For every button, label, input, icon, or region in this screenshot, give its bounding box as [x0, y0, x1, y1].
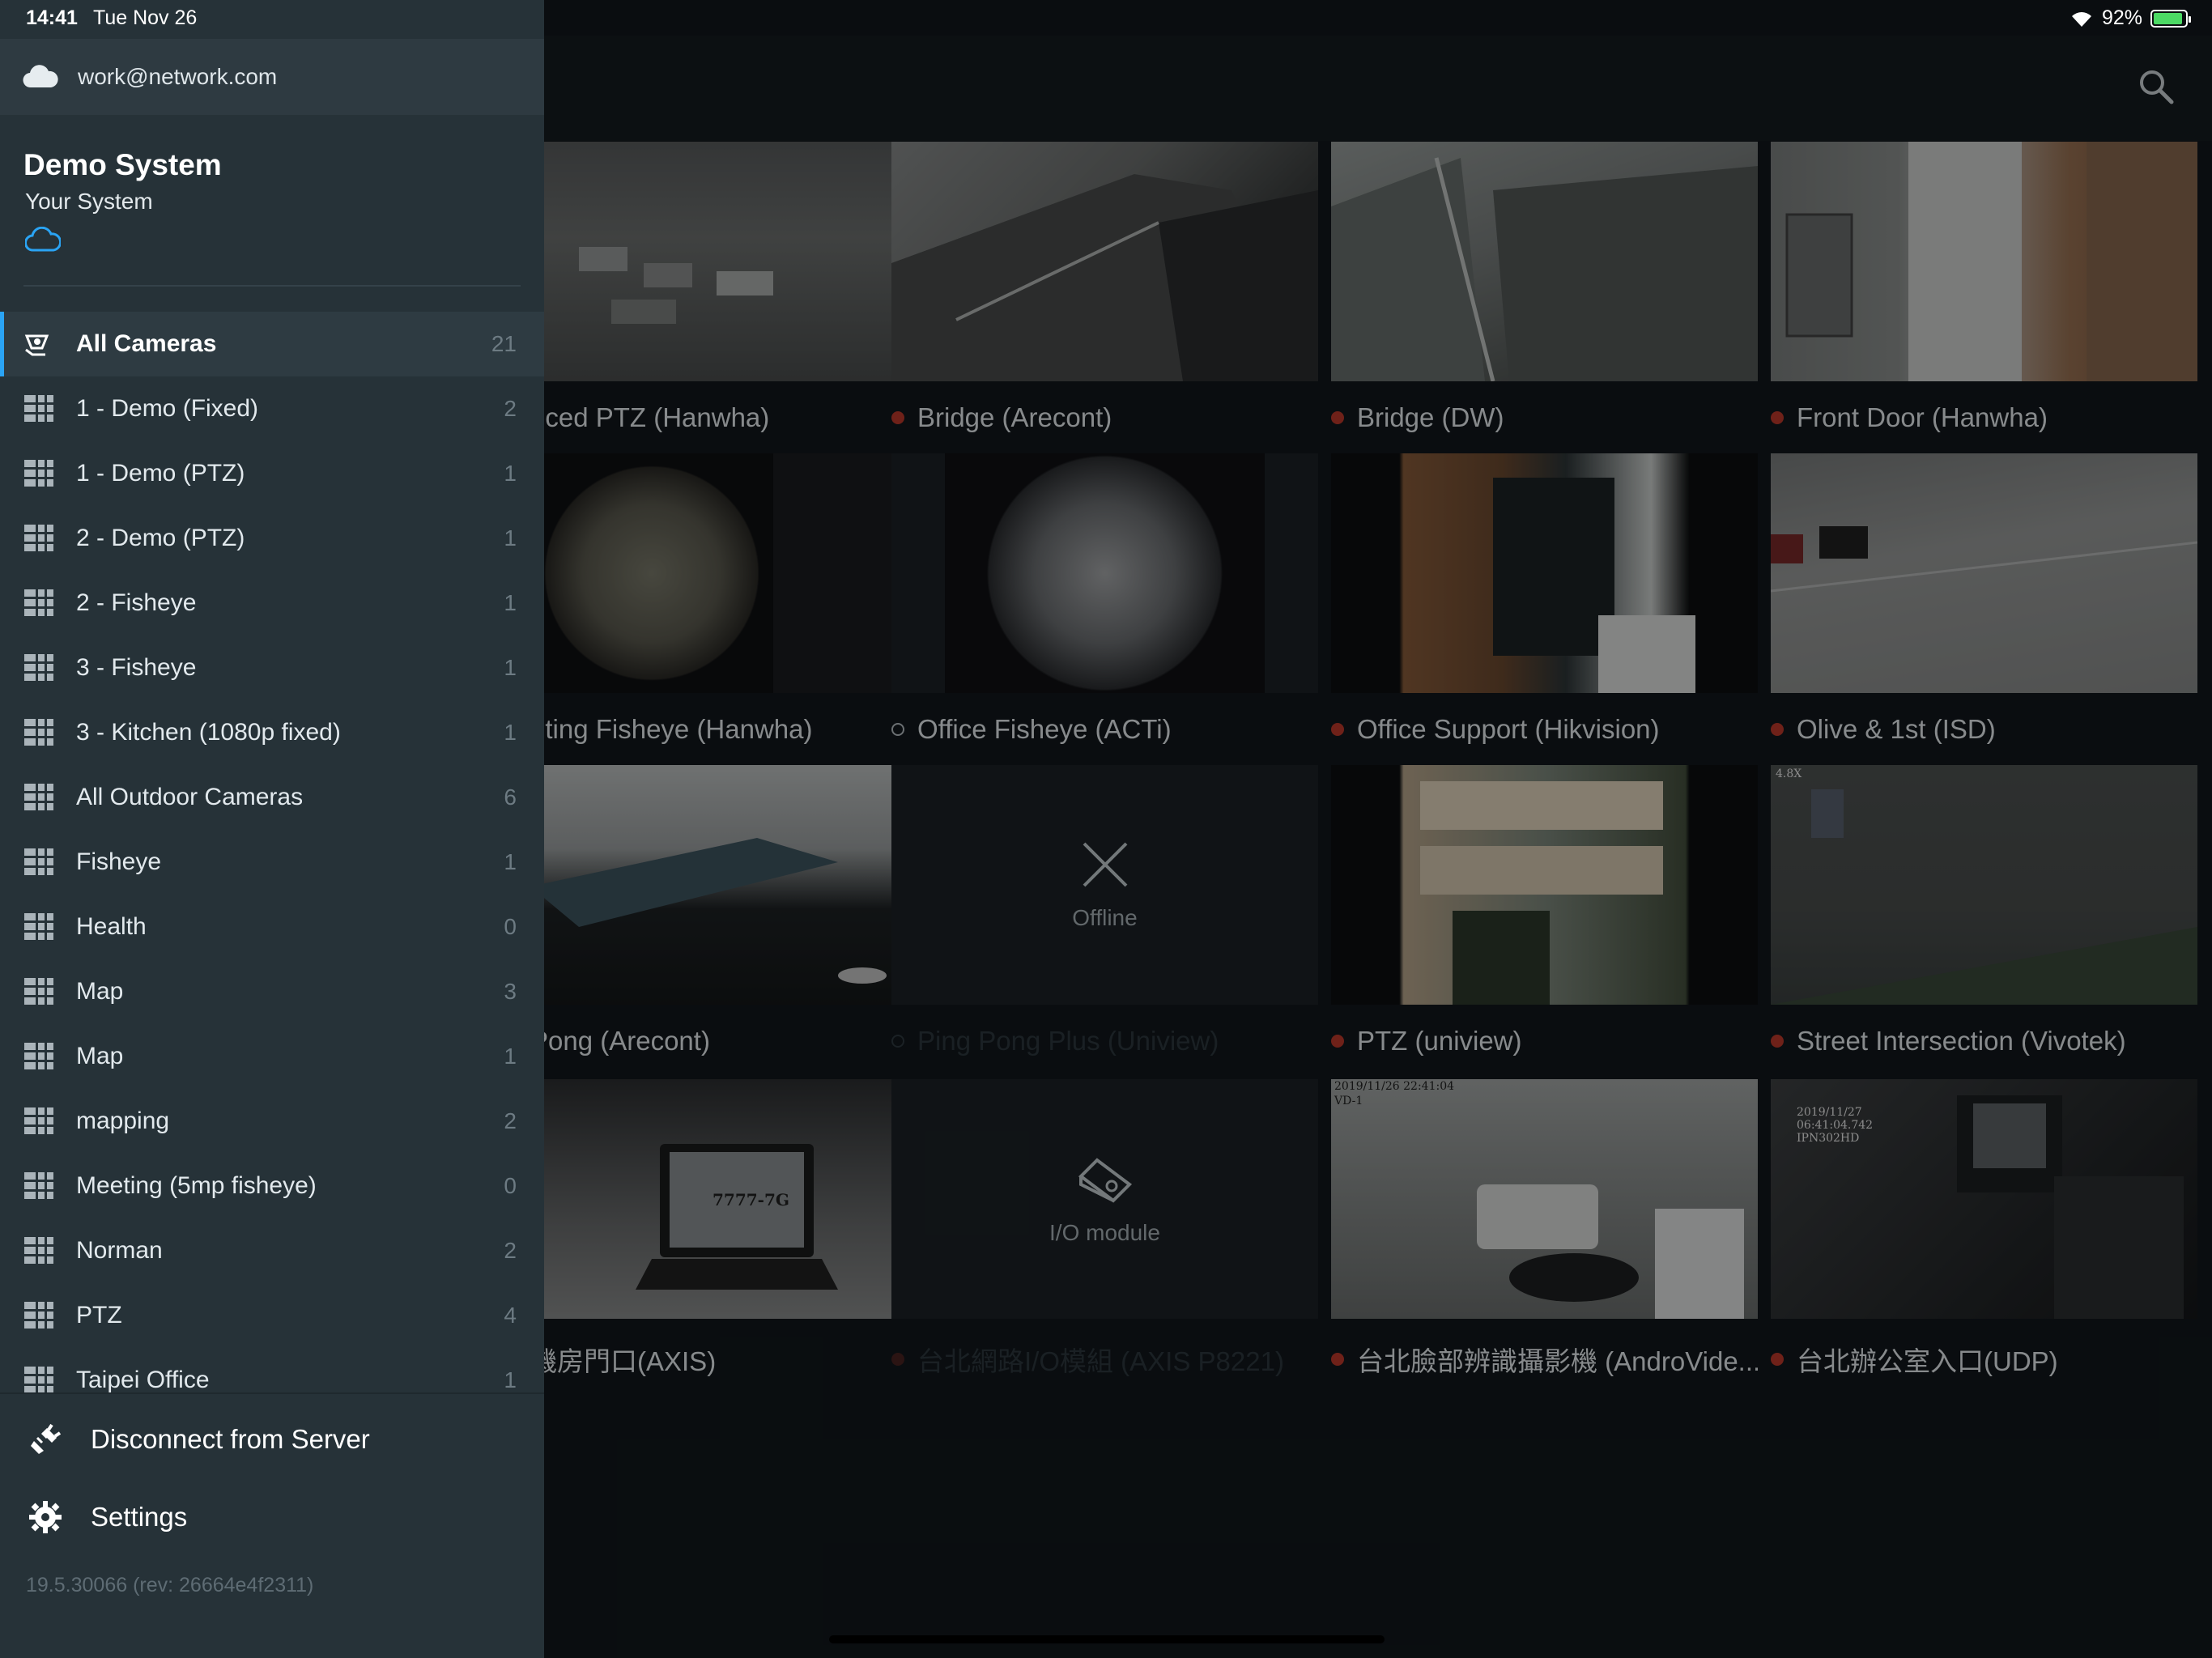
cloud-icon [23, 65, 58, 88]
wifi-icon [2071, 11, 2091, 27]
nav-item-count: 2 [504, 396, 517, 421]
nav-item-count: 6 [504, 784, 517, 810]
nav-item-count: 2 [504, 1108, 517, 1133]
nav-item-count: 4 [504, 1303, 517, 1328]
nav-item-layout[interactable]: Norman 2 [0, 1218, 544, 1283]
layout-icon [24, 525, 53, 552]
nav-item-label: 2 - Demo (PTZ) [76, 525, 245, 551]
nav-item-label: 3 - Kitchen (1080p fixed) [76, 719, 341, 746]
nav-item-layout[interactable]: mapping 2 [0, 1089, 544, 1154]
nav-item-layout[interactable]: Fisheye 1 [0, 830, 544, 895]
layout-icon [24, 1172, 53, 1200]
system-name: Demo System [23, 148, 222, 181]
nav-item-layout[interactable]: 1 - Demo (PTZ) 1 [0, 441, 544, 506]
nav-item-label: All Cameras [76, 330, 217, 357]
nav-item-label: All Outdoor Cameras [76, 784, 304, 810]
nav-item-layout[interactable]: Meeting (5mp fisheye) 0 [0, 1154, 544, 1218]
account-row[interactable]: work@network.com [0, 39, 544, 115]
nav-item-layout[interactable]: Taipei Office 1 [0, 1348, 544, 1392]
battery-percent: 92% [2101, 6, 2142, 29]
nav-item-label: PTZ [76, 1302, 122, 1329]
battery-icon [2150, 9, 2191, 28]
nav-item-label: Fisheye [76, 848, 162, 875]
nav-item-count: 1 [504, 525, 517, 551]
nav-item-label: Taipei Office [76, 1367, 210, 1392]
nav-item-layout[interactable]: 3 - Fisheye 1 [0, 636, 544, 700]
nav-item-count: 1 [504, 590, 517, 615]
nav-item-label: Map [76, 978, 124, 1005]
system-subtitle: Your System [25, 189, 153, 214]
layout-list: All Cameras 21 1 - Demo (Fixed) 2 1 - Demo (… [0, 312, 544, 1392]
layout-icon [24, 719, 53, 746]
nav-item-layout[interactable]: 2 - Demo (PTZ) 1 [0, 506, 544, 571]
disconnect-plug-icon [31, 1423, 62, 1454]
layout-icon [24, 589, 53, 617]
home-indicator [829, 1635, 1385, 1643]
layout-icon [24, 460, 53, 487]
status-date: Tue Nov 26 [93, 6, 198, 29]
status-bar: 14:41 Tue Nov 26 92% [0, 0, 2212, 36]
nav-item-count: 0 [504, 1173, 517, 1198]
version-text: 19.5.30066 (rev: 26664e4f2311) [26, 1574, 314, 1596]
nav-item-label: mapping [76, 1107, 170, 1134]
drawer-scrim[interactable] [544, 0, 2212, 1658]
nav-item-label: 1 - Demo (Fixed) [76, 395, 259, 422]
nav-item-layout[interactable]: Health 0 [0, 895, 544, 959]
nav-item-label: 2 - Fisheye [76, 589, 197, 616]
nav-item-layout[interactable]: 2 - Fisheye 1 [0, 571, 544, 636]
layout-icon [24, 395, 53, 423]
cloud-outline-icon [25, 227, 61, 252]
nav-item-layout[interactable]: 1 - Demo (Fixed) 2 [0, 376, 544, 441]
nav-item-label: 1 - Demo (PTZ) [76, 460, 245, 487]
nav-item-label: Norman [76, 1237, 163, 1264]
nav-item-label: Health [76, 913, 147, 940]
layout-icon [24, 1302, 53, 1329]
status-time: 14:41 [26, 6, 78, 29]
nav-item-layout[interactable]: PTZ 4 [0, 1283, 544, 1348]
nav-item-count: 2 [504, 1238, 517, 1263]
layout-icon [24, 1107, 53, 1135]
nav-item-all-cameras[interactable]: All Cameras 21 [0, 312, 544, 376]
nav-item-count: 1 [504, 655, 517, 680]
nav-item-label: Map [76, 1043, 124, 1069]
disconnect-label: Disconnect from Server [91, 1424, 370, 1454]
nav-item-count: 1 [504, 849, 517, 874]
nav-item-layout[interactable]: 3 - Kitchen (1080p fixed) 1 [0, 700, 544, 765]
nav-item-layout[interactable]: All Outdoor Cameras 6 [0, 765, 544, 830]
nav-item-count: 1 [504, 461, 517, 486]
layout-icon [24, 1043, 53, 1070]
nav-item-count: 21 [491, 331, 517, 356]
nav-item-count: 1 [504, 1367, 517, 1392]
navigation-drawer: work@network.com Demo System Your System… [0, 0, 544, 1658]
nav-item-count: 1 [504, 1044, 517, 1069]
nav-item-count: 3 [504, 979, 517, 1004]
settings-button[interactable]: Settings [0, 1478, 544, 1556]
account-email: work@network.com [78, 64, 278, 89]
layout-icon [24, 978, 53, 1005]
layout-icon [24, 1237, 53, 1265]
nav-item-layout[interactable]: Map 1 [0, 1024, 544, 1089]
layout-icon [24, 848, 53, 876]
nav-item-label: Meeting (5mp fisheye) [76, 1172, 317, 1199]
drawer-footer: Disconnect from Server Settings 19.5.300… [0, 1392, 544, 1658]
layout-icon [24, 654, 53, 682]
nav-item-layout[interactable]: Map 3 [0, 959, 544, 1024]
camera-icon [24, 334, 49, 356]
layout-icon [24, 1367, 53, 1392]
layout-icon [24, 784, 53, 811]
nav-item-label: 3 - Fisheye [76, 654, 197, 681]
disconnect-button[interactable]: Disconnect from Server [0, 1401, 544, 1478]
gear-icon [29, 1501, 62, 1533]
nav-item-count: 1 [504, 720, 517, 745]
settings-label: Settings [91, 1502, 188, 1532]
divider [23, 285, 521, 287]
layout-icon [24, 913, 53, 941]
nav-item-count: 0 [504, 914, 517, 939]
